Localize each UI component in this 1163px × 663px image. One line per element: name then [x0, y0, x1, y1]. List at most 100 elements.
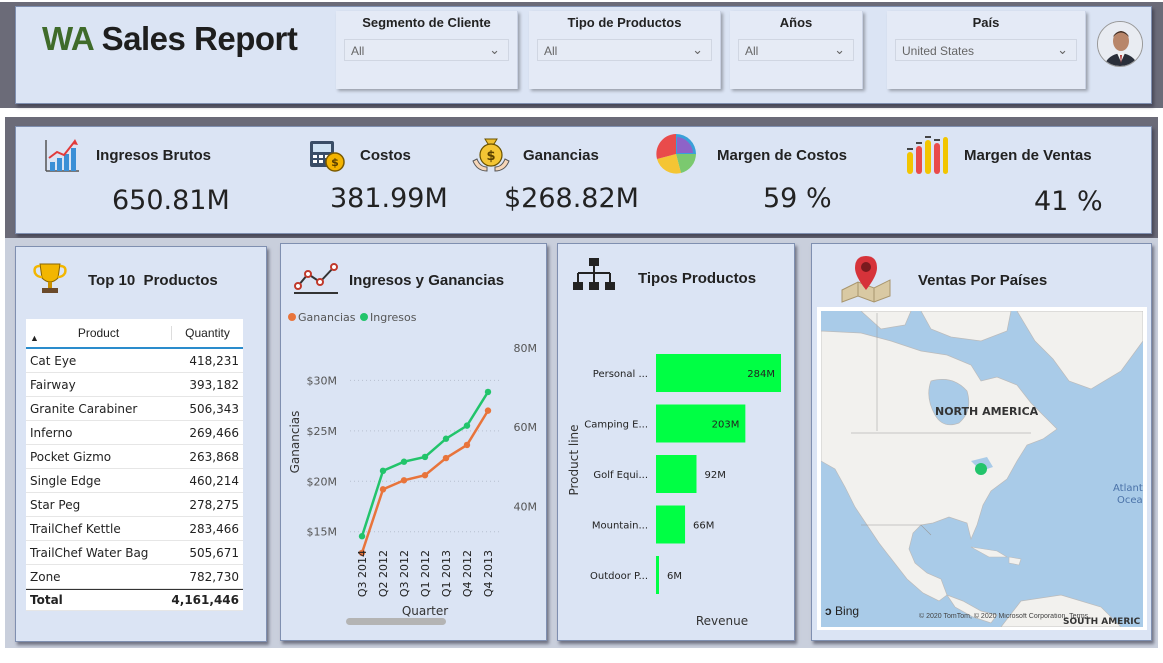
cell-product: Fairway: [30, 377, 76, 392]
sort-arrow-icon[interactable]: ▲: [30, 333, 39, 343]
map-view[interactable]: NORTH AMERICA Atlant Ocea SOUTH AMERIC ᴐ…: [817, 307, 1147, 630]
map-copyright[interactable]: © 2020 TomTom, © 2020 Microsoft Corporat…: [919, 613, 1143, 620]
x-axis-label: Revenue: [696, 614, 748, 628]
total-value: 4,161,446: [171, 593, 239, 607]
cell-quantity: 505,671: [189, 545, 239, 560]
table-row[interactable]: Inferno 269,466: [26, 421, 243, 445]
slicer-dropdown[interactable]: All ⌄: [537, 39, 712, 61]
point-ganancias: [421, 472, 429, 479]
chevron-down-icon[interactable]: ⌄: [834, 42, 845, 58]
y-axis-label: Product line: [567, 424, 581, 495]
kpi-value-margen-ventas: 41 %: [1034, 186, 1103, 217]
horizontal-scrollbar[interactable]: [346, 618, 446, 625]
x-tick-label: Q4 2012: [461, 550, 474, 597]
table-row[interactable]: Pocket Gizmo 263,868: [26, 445, 243, 469]
slicer-pais[interactable]: País United States ⌄: [887, 11, 1086, 89]
table-row[interactable]: Star Peg 278,275: [26, 493, 243, 517]
total-label: Total: [30, 593, 63, 607]
slicer-dropdown[interactable]: All ⌄: [344, 39, 509, 61]
slicer-value: All: [544, 44, 558, 58]
point-ingresos: [379, 467, 387, 475]
slicer-label: Años: [779, 15, 813, 30]
table-row[interactable]: TrailChef Kettle 283,466: [26, 517, 243, 541]
cell-quantity: 278,275: [189, 497, 239, 512]
chevron-down-icon[interactable]: ⌄: [1057, 42, 1068, 58]
slicer-tipo[interactable]: Tipo de Productos All ⌄: [529, 11, 721, 89]
bar: [656, 556, 659, 594]
table-row[interactable]: Fairway 393,182: [26, 373, 243, 397]
bing-logo: ᴐ Bing: [825, 604, 859, 618]
kpi-label-margen-ventas: Margen de Ventas: [964, 147, 1092, 164]
table-row[interactable]: Zone 782,730: [26, 565, 243, 589]
svg-text:$: $: [331, 156, 339, 169]
cell-product: Cat Eye: [30, 353, 77, 368]
map-label-north-america: NORTH AMERICA: [935, 405, 1039, 418]
y-tick-right: 40M: [514, 501, 538, 514]
map-canvas[interactable]: NORTH AMERICA Atlant Ocea SOUTH AMERIC: [821, 311, 1143, 627]
legend-label-ingresos: Ingresos: [370, 311, 417, 324]
y-axis-label: Ganancias: [288, 411, 302, 474]
data-label: 284M: [747, 369, 775, 380]
line-chart-title: Ingresos y Ganancias: [349, 272, 505, 289]
col-product-header[interactable]: Product: [26, 326, 171, 340]
kpi-label-costos: Costos: [360, 147, 411, 164]
cell-product: Pocket Gizmo: [30, 449, 112, 464]
point-ganancias: [484, 407, 492, 414]
slicer-label: Tipo de Productos: [567, 15, 682, 30]
slicer-dropdown[interactable]: All ⌄: [738, 39, 854, 61]
bar-chart[interactable]: Product line Personal ... 284M Camping E...…: [557, 300, 795, 640]
title-wa: WA: [42, 20, 93, 57]
cell-product: Inferno: [30, 425, 73, 440]
map-pin-icon: [841, 256, 891, 303]
kpi-bar: [15, 126, 1152, 234]
table-row[interactable]: Cat Eye 418,231: [26, 349, 243, 373]
cell-quantity: 393,182: [189, 377, 239, 392]
chevron-down-icon[interactable]: ⌄: [489, 42, 500, 58]
point-ingresos: [421, 453, 429, 461]
trophy-icon: [33, 263, 67, 293]
table-row[interactable]: Single Edge 460,214: [26, 469, 243, 493]
kpi-label-ingresos: Ingresos Brutos: [96, 147, 212, 164]
data-label: 92M: [704, 470, 725, 481]
category-label: Personal ...: [593, 369, 648, 380]
kpi-label-margen-costos: Margen de Costos: [717, 147, 848, 164]
point-ingresos: [400, 458, 408, 465]
x-tick-label: Q3 2014: [356, 550, 369, 597]
top10-title: Top 10 Productos: [88, 272, 218, 289]
cell-quantity: 782,730: [189, 569, 239, 584]
table-header: ▲ Product Quantity: [26, 319, 243, 349]
cell-quantity: 283,466: [189, 521, 239, 536]
y-tick-left: $25M: [307, 425, 338, 438]
slicer-segmento[interactable]: Segmento de Cliente All ⌄: [336, 11, 518, 89]
category-label: Golf Equi...: [593, 470, 648, 481]
bing-icon: ᴐ: [825, 604, 832, 618]
point-ganancias: [400, 477, 408, 484]
chevron-down-icon[interactable]: ⌄: [692, 42, 703, 58]
kpi-value-ganancias: $268.82M: [504, 183, 639, 214]
user-photo-icon: [1098, 22, 1142, 66]
map-label-atlantic: Atlant: [1113, 483, 1143, 494]
top10-table: ▲ Product Quantity Cat Eye 418,231 Fairway…: [26, 319, 243, 611]
line-chart[interactable]: Ganancias Ingresos $15M $20M $25M $30M 40M 60M 8…: [280, 300, 547, 640]
legend-label-ganancias: Ganancias: [298, 311, 356, 324]
y-tick-right: 80M: [514, 342, 538, 355]
y-tick-left: $20M: [307, 475, 338, 488]
slicer-label: País: [972, 15, 1000, 30]
col-quantity-header[interactable]: Quantity: [171, 326, 243, 340]
slicer-anos[interactable]: Años All ⌄: [730, 11, 863, 89]
table-row[interactable]: TrailChef Water Bag 505,671: [26, 541, 243, 565]
avatar[interactable]: [1097, 21, 1143, 67]
point-ingresos: [358, 533, 366, 540]
slicer-dropdown[interactable]: United States ⌄: [895, 39, 1077, 61]
cell-product: Single Edge: [30, 473, 101, 488]
legend-marker-ganancias: [288, 313, 296, 321]
bar-chart-icon: [907, 136, 948, 174]
bing-label: Bing: [835, 604, 860, 618]
cell-product: Zone: [30, 569, 61, 584]
data-label: 6M: [667, 571, 682, 582]
map-point-united-states[interactable]: [975, 463, 987, 475]
point-ganancias: [463, 441, 471, 449]
category-label: Mountain...: [592, 521, 648, 532]
table-row[interactable]: Granite Carabiner 506,343: [26, 397, 243, 421]
category-label: Outdoor P...: [590, 571, 648, 582]
